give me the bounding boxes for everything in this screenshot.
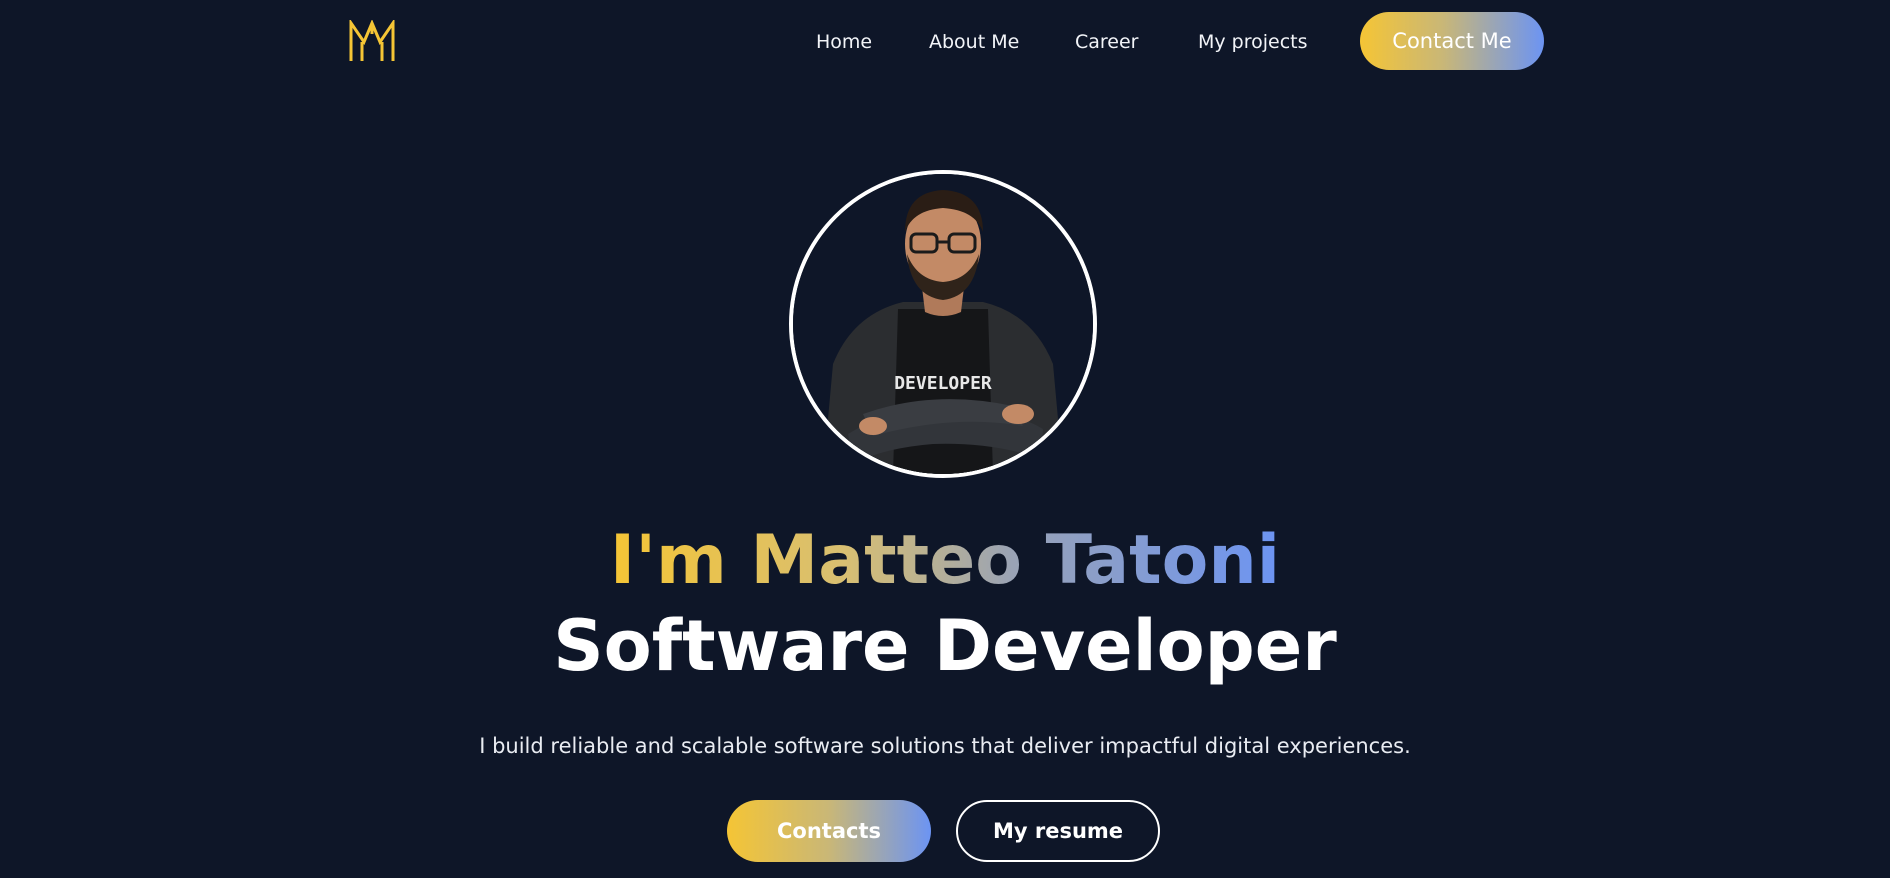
shirt-text: DEVELOPER xyxy=(894,373,992,394)
hero-name-text: I'm Matteo Tatoni xyxy=(609,521,1281,600)
developer-portrait: DEVELOPER xyxy=(793,174,1093,474)
hero-tagline: I build reliable and scalable software s… xyxy=(479,734,1411,758)
nav-about-link[interactable]: About Me xyxy=(929,30,1019,54)
avatar: DEVELOPER xyxy=(789,170,1097,478)
contact-me-button[interactable]: Contact Me xyxy=(1360,12,1544,70)
contacts-button[interactable]: Contacts xyxy=(727,800,931,862)
mm-monogram-icon[interactable] xyxy=(348,18,396,62)
nav-projects-link[interactable]: My projects xyxy=(1198,30,1308,54)
nav-home-link[interactable]: Home xyxy=(816,30,872,54)
hero-name: I'm Matteo Tatoni xyxy=(0,520,1890,602)
nav-career-link[interactable]: Career xyxy=(1075,30,1139,54)
resume-button[interactable]: My resume xyxy=(956,800,1160,862)
hero-role: Software Developer xyxy=(553,605,1337,687)
portfolio-page: Home About Me Career My projects Contact… xyxy=(0,0,1890,878)
